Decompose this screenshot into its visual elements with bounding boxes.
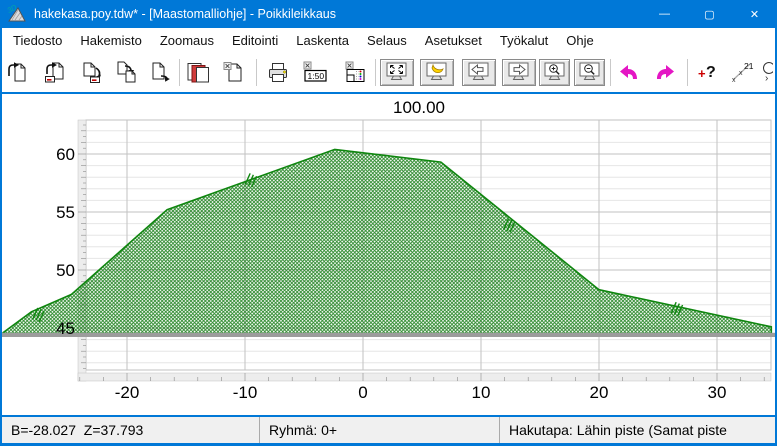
write-file-from-disk-icon[interactable]: [80, 60, 104, 84]
svg-text:50: 50: [56, 261, 75, 280]
status-group: Ryhmä: 0+: [259, 417, 499, 443]
zoom-out-button[interactable]: [574, 59, 605, 86]
zoom-in-icon: [542, 61, 568, 83]
svg-text:30: 30: [708, 383, 727, 402]
cross-section-canvas[interactable]: -20 -10 0 10 20 30 45 50 55 60 100.00: [2, 94, 775, 415]
minimize-button[interactable]: —: [642, 0, 687, 28]
copy-file-icon[interactable]: [115, 60, 139, 84]
next-section-button[interactable]: [502, 59, 536, 86]
svg-text:-20: -20: [115, 383, 140, 402]
zoom-in-button[interactable]: [539, 59, 570, 86]
fit-view-icon: [384, 61, 410, 83]
menu-ohje[interactable]: Ohje: [557, 33, 602, 48]
close-button[interactable]: ✕: [732, 0, 777, 28]
application-window: { "window": { "title": "hakekasa.poy.tdw…: [0, 0, 777, 446]
undo-icon[interactable]: [617, 60, 641, 84]
toolbar: 1:50: [2, 52, 775, 92]
window-controls: — ▢ ✕: [642, 0, 777, 28]
menu-asetukset[interactable]: Asetukset: [416, 33, 491, 48]
menu-hakemisto[interactable]: Hakemisto: [71, 33, 150, 48]
svg-text:45: 45: [56, 319, 75, 338]
menu-selaus[interactable]: Selaus: [358, 33, 416, 48]
previous-section-button[interactable]: [462, 59, 496, 86]
window-title: hakekasa.poy.tdw* - [Maastomalliohje] - …: [34, 7, 336, 21]
point-numbering-icon[interactable]: x x 21: [730, 60, 754, 84]
fit-view-button[interactable]: [380, 59, 414, 86]
svg-text:?: ?: [706, 64, 716, 81]
arrow-right-icon: [506, 61, 532, 83]
title-bar: 3D hakekasa.poy.tdw* - [Maastomalliohje]…: [0, 0, 777, 28]
toolbar-separator: [256, 59, 257, 86]
more-icon[interactable]: ›: [760, 60, 773, 84]
svg-text:›: ›: [765, 73, 768, 84]
scale-1-50-icon[interactable]: 1:50: [301, 60, 329, 84]
status-bar: B=-28.027 Z=37.793 Ryhmä: 0+ Hakutapa: L…: [2, 417, 775, 443]
redo-icon[interactable]: [653, 60, 677, 84]
app-icon[interactable]: 3D: [7, 4, 27, 24]
toolbar-separator: [179, 59, 180, 86]
toolbar-separator: [375, 59, 376, 86]
svg-text:x: x: [732, 77, 736, 84]
menu-zoomaus[interactable]: Zoomaus: [151, 33, 223, 48]
redraw-button[interactable]: [420, 59, 454, 86]
svg-text:-10: -10: [233, 383, 258, 402]
svg-text:x: x: [739, 70, 743, 77]
zoom-out-icon: [577, 61, 603, 83]
read-file-to-disk-icon[interactable]: [43, 60, 67, 84]
svg-text:60: 60: [56, 145, 75, 164]
svg-text:21: 21: [744, 61, 754, 71]
svg-text:55: 55: [56, 203, 75, 222]
svg-text:+: +: [698, 66, 706, 81]
arrow-left-icon: [466, 61, 492, 83]
redraw-icon: [424, 61, 450, 83]
toolbar-separator: [687, 59, 688, 86]
svg-text:10: 10: [472, 383, 491, 402]
svg-text:100.00: 100.00: [393, 98, 445, 117]
file-stack-icon[interactable]: [185, 60, 213, 84]
open-file-icon[interactable]: [6, 60, 30, 84]
menu-laskenta[interactable]: Laskenta: [287, 33, 358, 48]
status-search-mode: Hakutapa: Lähin piste (Samat piste: [499, 417, 775, 443]
svg-text:0: 0: [358, 383, 367, 402]
print-icon[interactable]: [266, 60, 290, 84]
maximize-button[interactable]: ▢: [687, 0, 732, 28]
menu-tiedosto[interactable]: Tiedosto: [4, 33, 71, 48]
plot-settings-icon[interactable]: [343, 60, 367, 84]
point-info-icon[interactable]: + ?: [696, 60, 720, 84]
cross-section-chart[interactable]: -20 -10 0 10 20 30 45 50 55 60 100.00: [2, 94, 775, 415]
svg-text:20: 20: [590, 383, 609, 402]
export-file-icon[interactable]: [148, 60, 172, 84]
svg-text:1:50: 1:50: [308, 71, 325, 81]
menu-editointi[interactable]: Editointi: [223, 33, 287, 48]
toolbar-separator: [610, 59, 611, 86]
status-coordinates: B=-28.027 Z=37.793: [2, 417, 259, 443]
menu-tyokalut[interactable]: Työkalut: [491, 33, 557, 48]
close-file-icon[interactable]: [221, 60, 245, 84]
menu-bar: Tiedosto Hakemisto Zoomaus Editointi Las…: [2, 28, 775, 52]
